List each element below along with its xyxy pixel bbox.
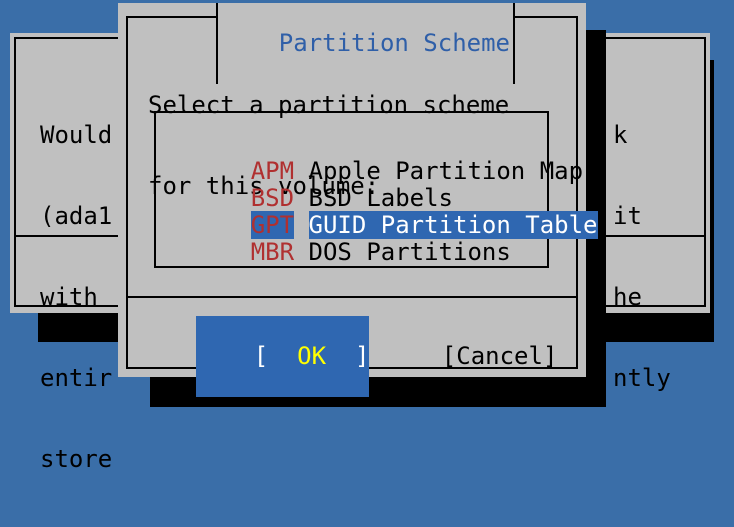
background-dialog-text-left: Would (ada1 with entir store <box>40 68 112 527</box>
ok-bracket-left: [ <box>253 342 269 370</box>
ok-label: OK <box>297 342 327 370</box>
background-line: store <box>40 445 113 473</box>
partition-menu: APM Apple Partition Map BSD BSD Labels G… <box>154 111 598 268</box>
background-dialog-text-right: k it he ntly <box>613 68 671 446</box>
background-line: Would <box>40 121 113 149</box>
background-line: k <box>613 121 628 149</box>
background-line: he <box>613 283 642 311</box>
hotkey-label: MBR <box>250 238 295 266</box>
cancel-button[interactable]: [Cancel] <box>384 316 558 397</box>
background-line: it <box>613 202 642 230</box>
background-line: entir <box>40 364 113 392</box>
ok-button[interactable]: [ OK ] <box>196 316 370 397</box>
background-line: ntly <box>613 364 671 392</box>
cancel-label: [Cancel] <box>441 342 558 370</box>
ok-bracket-right: ] <box>354 342 370 370</box>
button-divider <box>127 296 577 298</box>
partition-scheme-dialog: Partition Scheme Select a partition sche… <box>118 3 598 397</box>
background-line: with <box>40 283 98 311</box>
background-line: (ada1 <box>40 202 113 230</box>
menu-item-mbr[interactable]: MBR DOS Partitions <box>164 212 511 293</box>
option-label: DOS Partitions <box>308 238 511 266</box>
